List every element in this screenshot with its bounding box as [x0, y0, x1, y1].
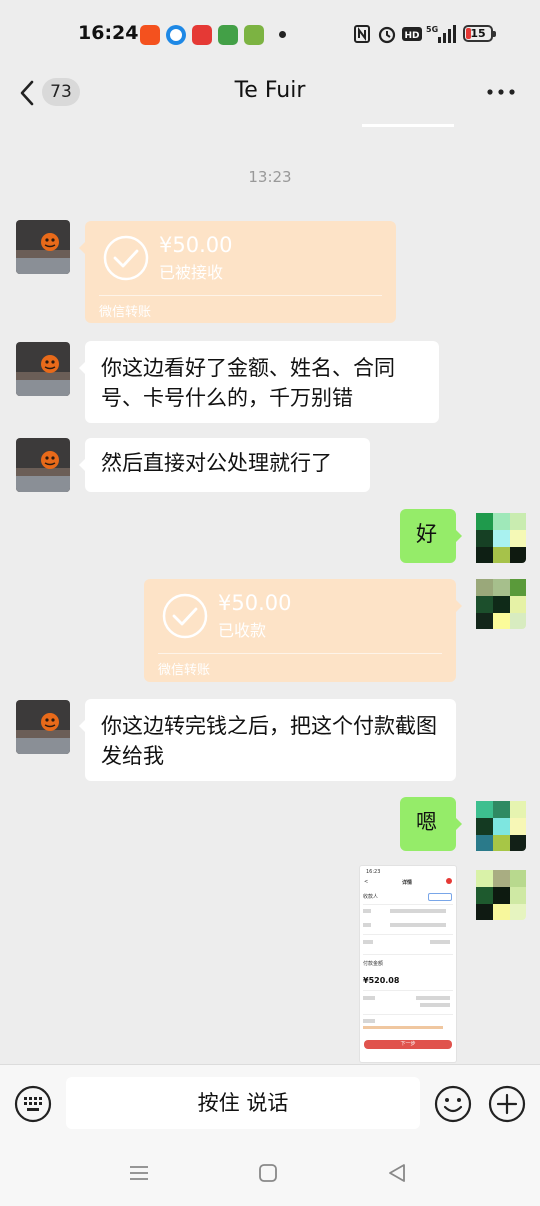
transfer-label: 微信转账: [158, 663, 211, 678]
app-icon-3: [192, 25, 212, 45]
message-timestamp: 13:23: [248, 168, 292, 186]
status-time: 16:24: [78, 22, 139, 44]
app-icon-1: [140, 25, 160, 45]
message-bubble[interactable]: 然后直接对公处理就行了: [79, 438, 370, 492]
more-options-icon[interactable]: [486, 86, 516, 98]
back-icon[interactable]: [386, 1162, 408, 1184]
plus-icon[interactable]: [488, 1085, 526, 1123]
check-circle-icon: [162, 593, 208, 639]
transfer-amount: ¥50.00: [159, 233, 233, 257]
home-icon[interactable]: [257, 1162, 279, 1184]
nfc-icon: [354, 25, 370, 43]
contact-avatar[interactable]: [16, 700, 70, 754]
app-icon-4: [218, 25, 238, 45]
transfer-status: 已收款: [218, 621, 267, 640]
payment-screenshot-image[interactable]: 16:23 < 详情 收款人 付款金额 ¥520.08 下一步: [360, 866, 456, 1062]
notification-dot: [279, 31, 286, 38]
chat-title: Te Fuir: [234, 78, 306, 103]
message-bubble-self[interactable]: 好: [400, 509, 462, 563]
transfer-card-received[interactable]: ¥50.00 已被接收 微信转账: [79, 221, 396, 323]
message-bubble-self[interactable]: 嗯: [400, 797, 462, 851]
transfer-label: 微信转账: [99, 305, 152, 320]
emoji-icon[interactable]: [434, 1085, 472, 1123]
input-bar: 按住 说话: [0, 1064, 540, 1145]
transfer-divider: [99, 295, 382, 296]
hold-to-talk-button[interactable]: 按住 说话: [66, 1077, 420, 1129]
self-avatar[interactable]: [472, 509, 526, 563]
signal-icon: 5G: [426, 25, 456, 43]
contact-avatar[interactable]: [16, 342, 70, 396]
message-bubble[interactable]: 你这边转完钱之后，把这个付款截图发给我: [79, 699, 456, 781]
transfer-card-collected[interactable]: ¥50.00 已收款 微信转账: [144, 579, 462, 682]
svg-text:5G: 5G: [426, 25, 438, 34]
hd-icon: HD: [402, 27, 422, 41]
alarm-icon: [378, 26, 396, 44]
transfer-amount: ¥50.00: [218, 591, 292, 615]
header-divider: [362, 124, 454, 127]
system-nav-bar: [0, 1144, 540, 1206]
battery-indicator: 15: [463, 25, 496, 42]
keyboard-icon[interactable]: [14, 1085, 52, 1123]
app-icon-2: [166, 25, 186, 45]
svg-text:HD: HD: [404, 31, 419, 41]
menu-icon[interactable]: [128, 1162, 150, 1184]
self-avatar[interactable]: [472, 866, 526, 920]
transfer-divider: [158, 653, 442, 654]
app-icon-5: [244, 25, 264, 45]
chat-header: 73 Te Fuir: [0, 64, 540, 122]
self-avatar[interactable]: [472, 797, 526, 851]
transfer-status: 已被接收: [159, 263, 224, 282]
contact-avatar[interactable]: [16, 220, 70, 274]
check-circle-icon: [103, 235, 149, 281]
self-avatar[interactable]: [472, 575, 526, 629]
status-bar: 16:24 HD 5G 15: [0, 0, 540, 64]
contact-avatar[interactable]: [16, 438, 70, 492]
message-bubble[interactable]: 你这边看好了金额、姓名、合同号、卡号什么的，千万别错: [79, 341, 439, 423]
